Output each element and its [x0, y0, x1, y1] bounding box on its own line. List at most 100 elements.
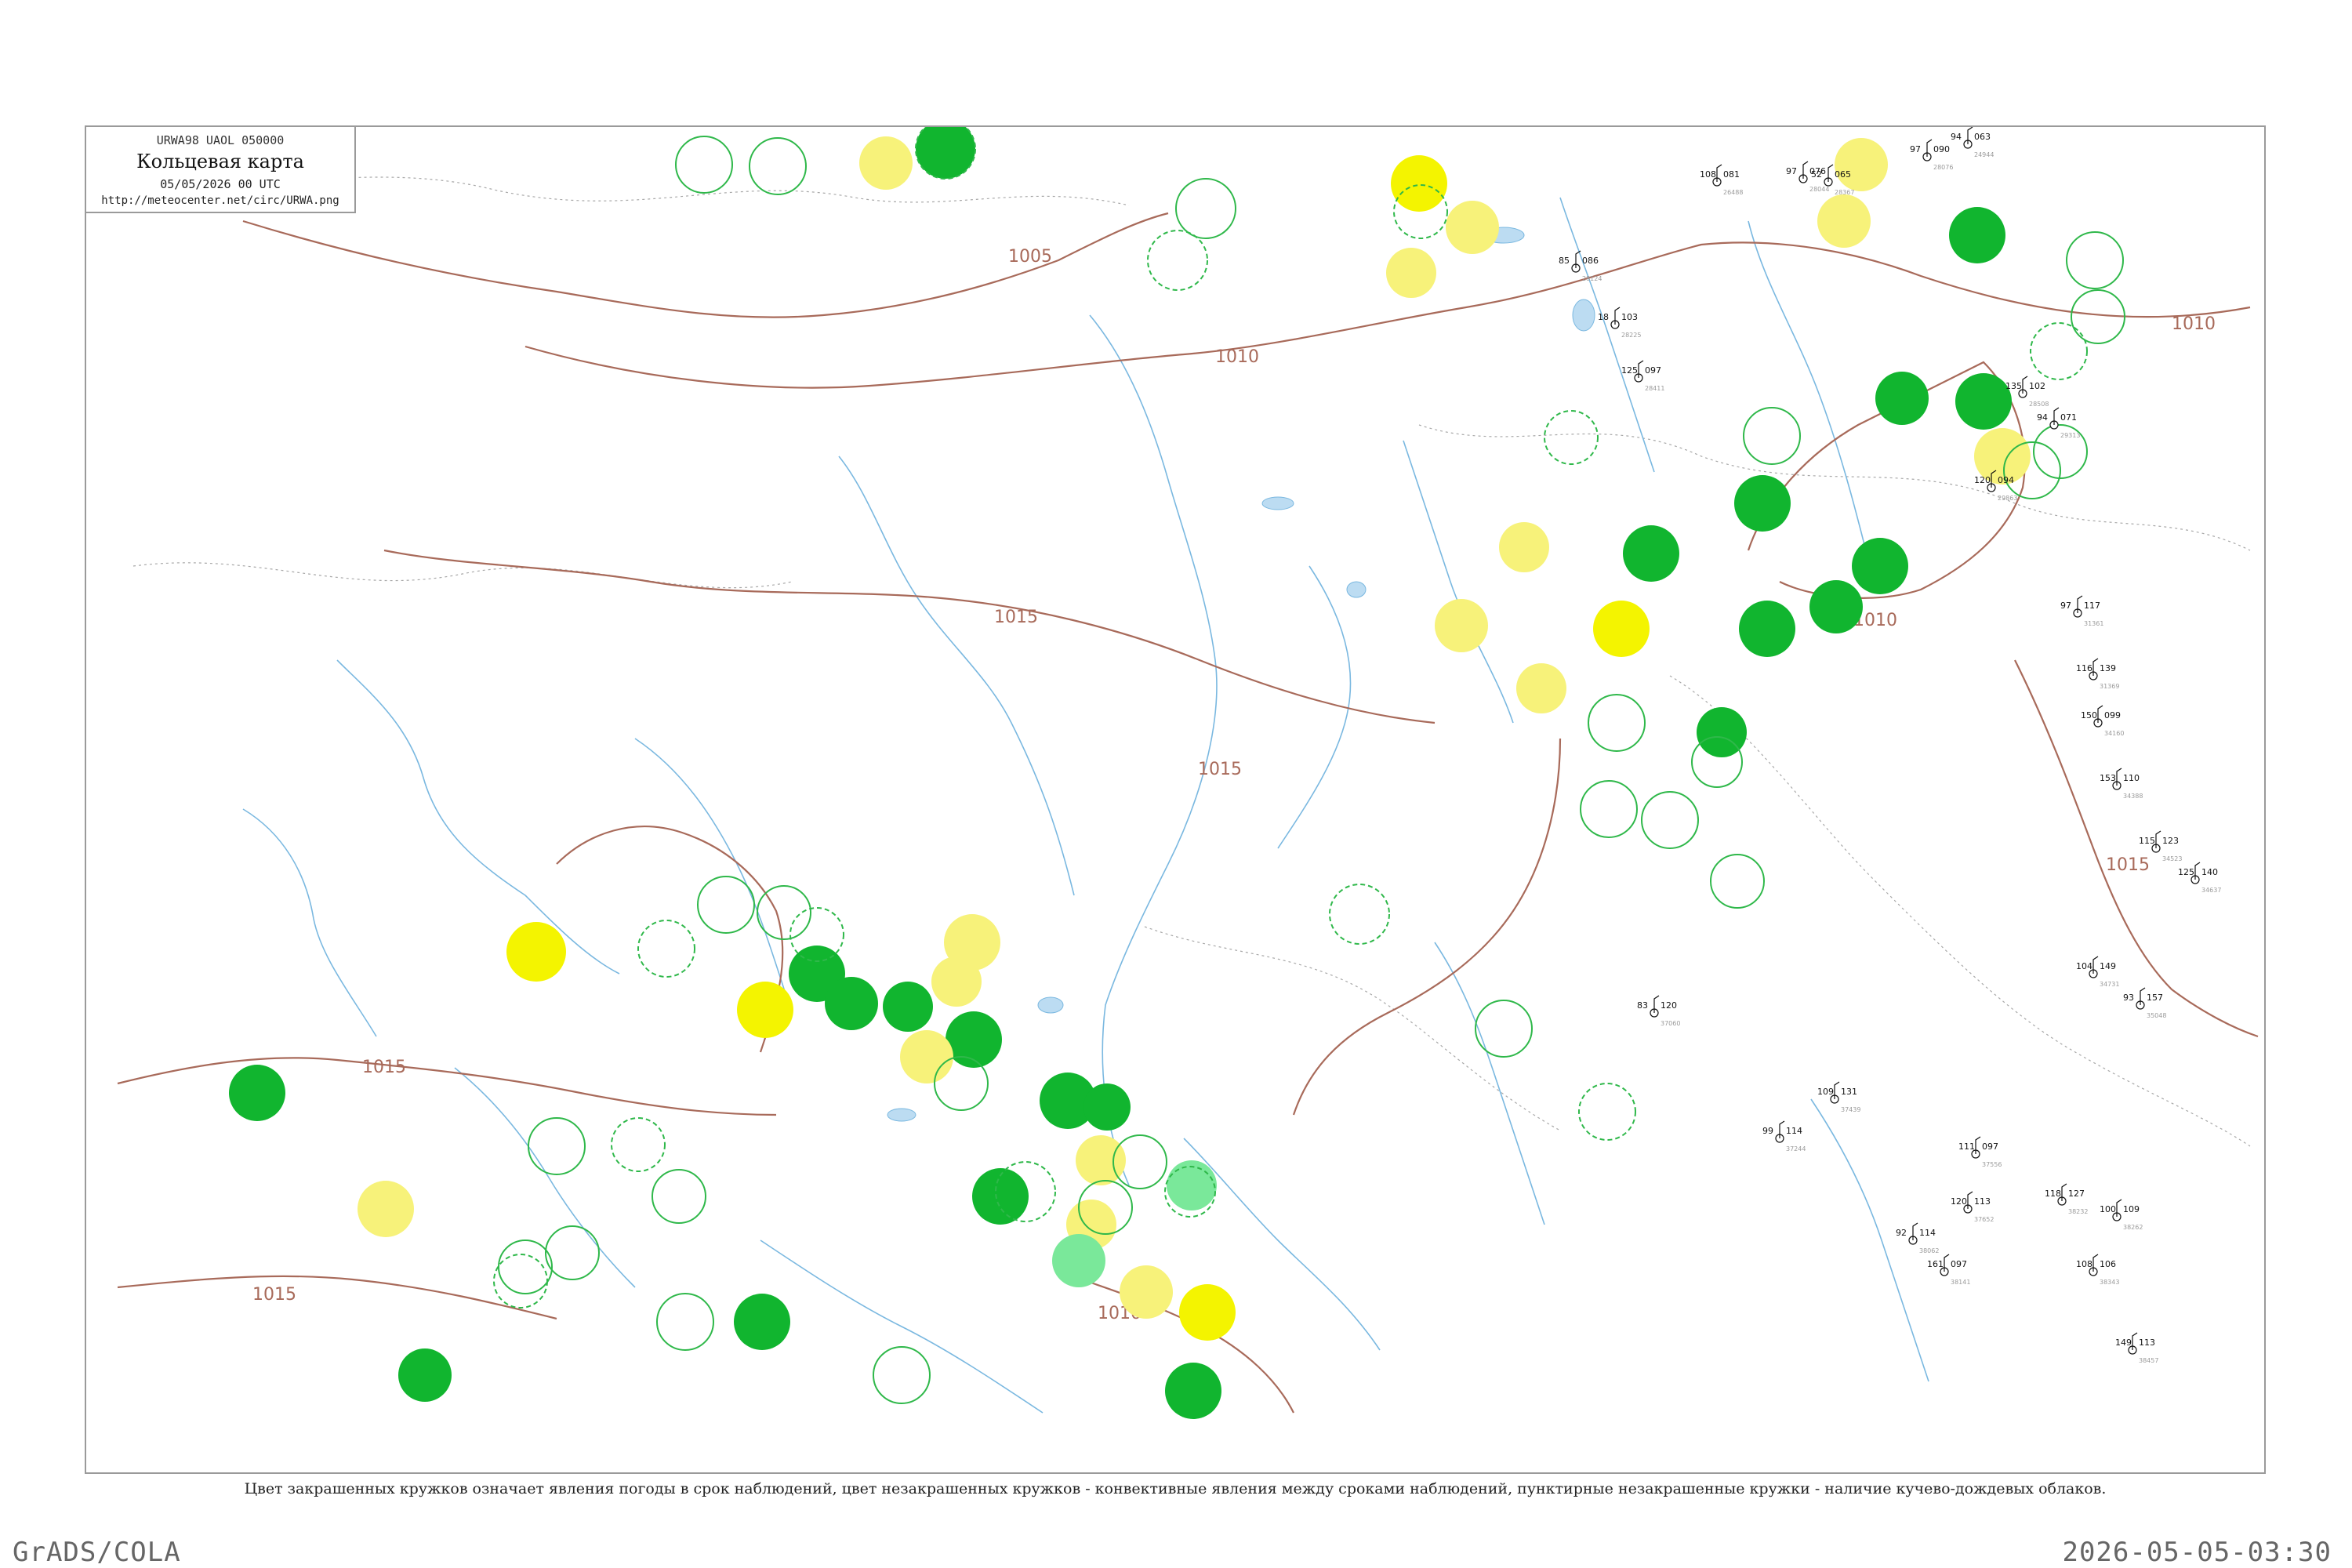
legend-note: Цвет закрашенных кружков означает явлени…	[244, 1480, 2107, 1497]
station-id: 31369	[2100, 683, 2119, 690]
station-plot: 97 117 31361	[2060, 595, 2103, 627]
station-pressure: 076	[1809, 166, 1826, 176]
station-id: 38232	[2068, 1208, 2088, 1215]
station-temperature: 120	[1974, 475, 1991, 485]
station-plot: 108 106 38343	[2076, 1254, 2119, 1286]
station-plot: 109 131 37439	[1817, 1081, 1860, 1113]
station-temperature: 93	[2123, 993, 2134, 1003]
station-temperature: 149	[2115, 1338, 2132, 1348]
isobar-label: 1015	[362, 1058, 406, 1077]
station-id: 26488	[1723, 189, 1743, 196]
station-id: 38262	[2123, 1224, 2143, 1231]
station-pressure: 071	[2060, 412, 2077, 423]
station-plot: 94 063 24944	[1951, 127, 1994, 158]
station-temperature: 100	[2100, 1204, 2116, 1214]
station-temperature: 97	[1786, 166, 1797, 176]
station-pressure: 140	[2201, 867, 2218, 877]
station-id: 34388	[2123, 793, 2143, 800]
station-pressure: 113	[2139, 1338, 2155, 1348]
station-plot: 97 090 28076	[1910, 139, 1953, 171]
country-border	[132, 562, 793, 589]
country-border	[1669, 675, 2251, 1147]
station-temperature: 104	[2076, 961, 2092, 971]
station-plot: 83 120 37060	[1637, 995, 1680, 1027]
isobar-1015	[383, 549, 1436, 724]
station-pressure: 103	[1621, 312, 1638, 322]
station-temperature: 99	[1762, 1126, 1773, 1136]
isobar-label: 1015	[1198, 760, 1242, 779]
bulletin-code: URWA98 UAOL 050000	[156, 133, 285, 147]
isobar-1015	[1292, 738, 1562, 1116]
footer-timestamp: 2026-05-05-03:30	[2062, 1537, 2332, 1568]
station-id: 38062	[1919, 1247, 1939, 1254]
station-pressure: 102	[2029, 381, 2045, 391]
station-pressure: 120	[1661, 1000, 1677, 1011]
station-pressure: 097	[1951, 1259, 1967, 1269]
isobar-label: 1010	[2172, 314, 2216, 334]
lake	[1346, 581, 1367, 598]
source-url: http://meteocenter.net/circ/URWA.png	[101, 194, 339, 207]
station-plot: 125 097 28411	[1621, 360, 1664, 392]
station-pressure: 123	[2162, 836, 2179, 846]
station-pressure: 139	[2100, 663, 2116, 673]
station-id: 29863	[1998, 495, 2017, 502]
observation-date: 05/05/2026 00 UTC	[160, 177, 281, 191]
station-plot: 161 097 38141	[1927, 1254, 1970, 1286]
station-id: 34160	[2104, 730, 2124, 737]
station-plot: 92 114 38062	[1896, 1222, 1939, 1254]
station-pressure: 131	[1841, 1087, 1857, 1097]
station-temperature: 118	[2045, 1189, 2061, 1199]
station-plots: 97 0902807694 0632494452 06528367108 0812648…	[1559, 127, 2221, 1364]
isobar-label: 1015	[252, 1285, 296, 1305]
station-id: 28367	[1835, 189, 1854, 196]
station-pressure: 063	[1974, 132, 1991, 142]
station-pressure: 097	[1645, 365, 1661, 376]
synoptic-map: 1005 1010 1010 1010 1015 1015 1015 1015 …	[117, 127, 2259, 1419]
station-temperature: 125	[1621, 365, 1638, 376]
station-temperature: 125	[2178, 867, 2194, 877]
river	[1403, 440, 1514, 724]
isobar-1015	[117, 1275, 557, 1320]
station-temperature: 153	[2100, 773, 2116, 783]
station-id: 28508	[2029, 401, 2049, 408]
station-id: 37244	[1786, 1145, 1806, 1152]
station-pressure: 065	[1835, 169, 1851, 180]
river	[1089, 314, 1218, 1186]
station-id: 37652	[1974, 1216, 1994, 1223]
station-plot: 94 071 29313	[2037, 407, 2080, 439]
river	[336, 659, 620, 975]
station-plot: 111 097 37556	[1958, 1136, 2002, 1168]
station-id: 38141	[1951, 1279, 1970, 1286]
station-temperature: 111	[1958, 1142, 1975, 1152]
station-id: 29313	[2060, 432, 2080, 439]
station-plot: 125 140 34637	[2178, 862, 2221, 894]
station-id: 28411	[1645, 385, 1664, 392]
station-id: 38457	[2139, 1357, 2158, 1364]
station-plot: 100 109 38262	[2100, 1199, 2143, 1231]
river	[454, 1067, 636, 1288]
convective-ring	[493, 136, 2125, 1404]
station-plot: 97 076 28044	[1786, 161, 1829, 193]
station-pressure: 113	[1974, 1196, 1991, 1207]
station-pressure: 110	[2123, 773, 2140, 783]
station-pressure: 114	[1786, 1126, 1802, 1136]
lake	[887, 1108, 916, 1122]
station-temperature: 161	[1927, 1259, 1944, 1269]
station-id: 24944	[1974, 151, 1994, 158]
station-id: 34523	[2162, 855, 2182, 862]
station-id: 38343	[2100, 1279, 2119, 1286]
station-temperature: 92	[1896, 1228, 1907, 1238]
isobar-label: 1015	[2106, 855, 2150, 875]
station-temperature: 18	[1598, 312, 1609, 322]
isobar-1015	[117, 1057, 777, 1116]
station-id: 37556	[1982, 1161, 2002, 1168]
station-id: 31361	[2084, 620, 2103, 627]
station-id: 28076	[1933, 164, 1953, 171]
station-plot: 93 157 35048	[2123, 987, 2166, 1019]
station-plot: 104 149 34731	[2076, 956, 2119, 988]
station-plot: 150 099 34160	[2081, 705, 2124, 737]
station-pressure: 099	[2104, 710, 2121, 720]
country-border	[1144, 926, 1561, 1131]
river	[760, 1240, 1044, 1414]
station-temperature: 97	[2060, 601, 2071, 611]
